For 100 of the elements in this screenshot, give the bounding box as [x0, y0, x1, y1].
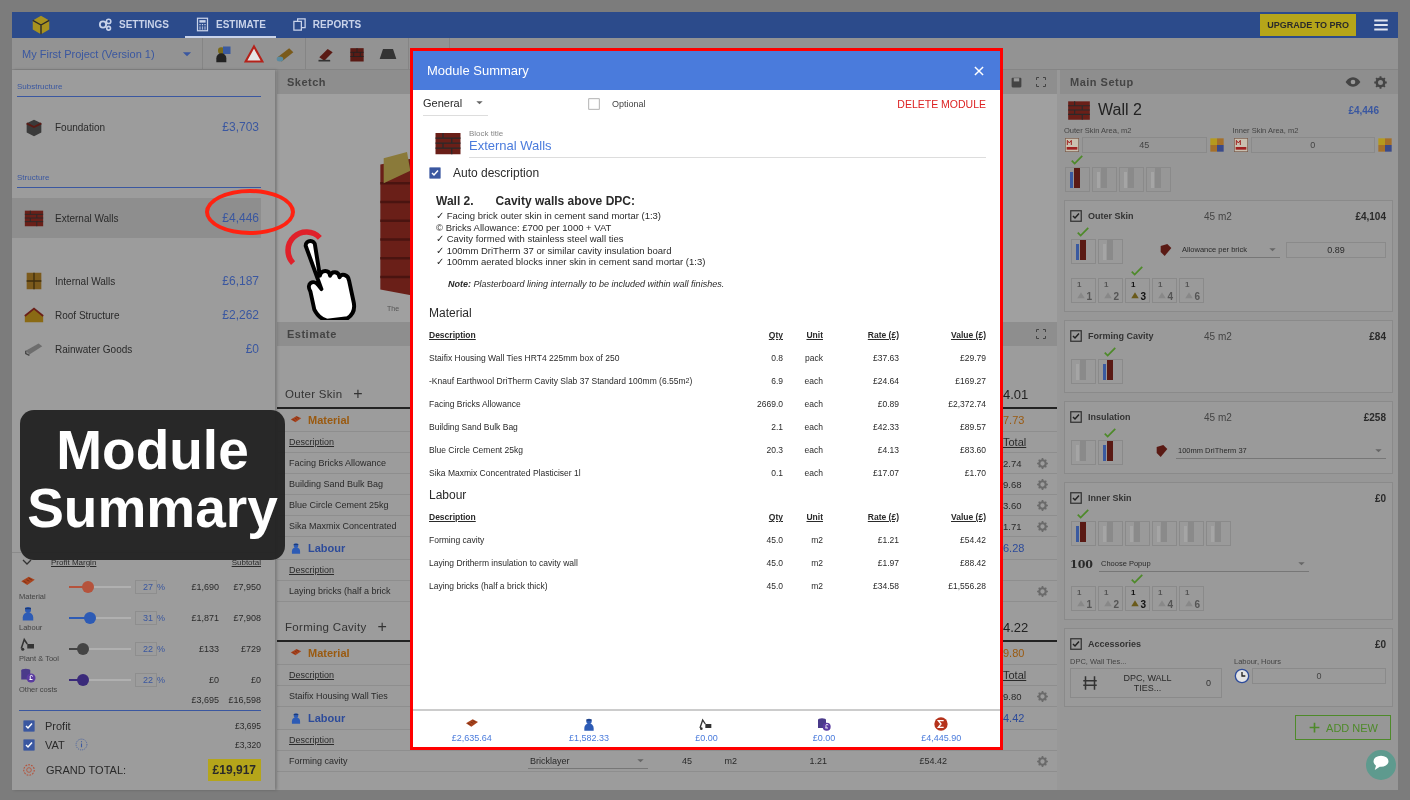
- fullscreen-icon[interactable]: [1035, 76, 1047, 88]
- table-cell-text: 6.9: [770, 375, 783, 388]
- checkbox[interactable]: [23, 738, 35, 751]
- table-cell-text: £4.13: [876, 444, 899, 457]
- accessories-button[interactable]: DPC, WALL TIES... 0: [1070, 668, 1222, 698]
- wall-section-icon: [1103, 522, 1113, 542]
- option-tile[interactable]: [1098, 521, 1123, 546]
- sidebar-item[interactable]: Internal Walls £6,187: [17, 264, 261, 298]
- trade-select[interactable]: Bricklayer: [528, 753, 648, 769]
- checkbox[interactable]: [429, 167, 441, 179]
- total-value: £1,582.33: [569, 732, 610, 743]
- percent-field[interactable]: 27: [135, 579, 157, 594]
- ratio-tile[interactable]: 1 2: [1098, 278, 1123, 303]
- calculator-icon[interactable]: [1377, 137, 1393, 153]
- subtotal: £7,950: [232, 581, 261, 592]
- nav-tab[interactable]: REPORTS: [281, 12, 372, 38]
- wall-section-icon: [1130, 522, 1140, 542]
- ratio-tile[interactable]: 1 1: [1071, 278, 1096, 303]
- checkbox[interactable]: [1070, 638, 1082, 650]
- option-tile[interactable]: [1098, 239, 1123, 264]
- checkbox[interactable]: [23, 719, 35, 732]
- option-tile[interactable]: [1071, 440, 1096, 465]
- calculator-icon[interactable]: [1208, 137, 1225, 153]
- checkbox[interactable]: [1070, 330, 1082, 342]
- slider-thumb[interactable]: [81, 580, 94, 593]
- input-field[interactable]: 45: [1082, 137, 1207, 153]
- settings-icon[interactable]: [1373, 74, 1388, 90]
- gear-icon[interactable]: [1036, 498, 1049, 512]
- option-tile[interactable]: [1179, 521, 1204, 546]
- ratio-tile[interactable]: 1 2: [1098, 586, 1123, 611]
- wall-section-icon: [1124, 168, 1134, 188]
- logo-icon[interactable]: [30, 14, 52, 36]
- percent-field[interactable]: 22: [135, 672, 157, 687]
- percent-field[interactable]: 31: [135, 610, 157, 625]
- chat-icon[interactable]: [1366, 750, 1396, 780]
- input-field[interactable]: 0: [1250, 137, 1375, 153]
- gear-icon[interactable]: [1036, 754, 1049, 768]
- percent-sign: %: [157, 674, 165, 685]
- ratio-tile[interactable]: 1 4: [1152, 586, 1177, 611]
- ratio-tile[interactable]: 1 6: [1179, 586, 1204, 611]
- upgrade-button[interactable]: UPGRADE TO PRO: [1260, 14, 1356, 36]
- ratio-tile[interactable]: 1 4: [1152, 278, 1177, 303]
- warning-sign-icon[interactable]: [244, 43, 264, 64]
- calculator-icon: [195, 16, 210, 32]
- gear-icon[interactable]: [1036, 689, 1049, 703]
- dialog-title: Module Summary: [427, 63, 529, 78]
- table-cell: Sika Maxmix Concentrated: [289, 521, 397, 531]
- wall-section-icon: [1076, 240, 1086, 260]
- info-icon[interactable]: [74, 738, 88, 751]
- input-field[interactable]: 0.89: [1286, 241, 1386, 258]
- pile-icon: [1130, 290, 1140, 299]
- checkbox[interactable]: [1070, 411, 1082, 423]
- save-icon[interactable]: [1010, 75, 1023, 89]
- sidebar-item[interactable]: Foundation £3,703: [17, 107, 261, 147]
- add-button[interactable]: +: [377, 618, 387, 636]
- wall-section-icon: [1070, 168, 1080, 188]
- add-button[interactable]: +: [353, 385, 363, 403]
- delete-module-button[interactable]: DELETE MODULE: [897, 98, 986, 110]
- gear-icon[interactable]: [1036, 584, 1049, 598]
- checkbox[interactable]: [588, 98, 600, 110]
- ratio-tile[interactable]: 1 6: [1179, 278, 1204, 303]
- table-cell-text: 45.0: [765, 580, 783, 593]
- amount: £0: [208, 674, 219, 685]
- eye-icon[interactable]: [1345, 74, 1361, 90]
- fullscreen-icon[interactable]: [1035, 328, 1047, 340]
- extra-value: £3,320: [235, 739, 261, 750]
- card-area: 45 m2: [1204, 330, 1364, 342]
- slider-thumb[interactable]: [76, 642, 89, 655]
- table-cell-text: Laying bricks (half a brick thick): [429, 580, 549, 593]
- percent-field[interactable]: 22: [135, 641, 157, 656]
- nav-tab[interactable]: SETTINGS: [88, 12, 179, 38]
- option-tile[interactable]: [1125, 521, 1150, 546]
- checkbox[interactable]: [1070, 492, 1082, 504]
- category-select[interactable]: General: [423, 92, 488, 116]
- gear-icon[interactable]: [1036, 456, 1049, 470]
- option-tile[interactable]: [1152, 521, 1177, 546]
- sidebar-item[interactable]: Roof Structure £2,262: [17, 298, 261, 332]
- card-value: £84: [1369, 330, 1386, 342]
- table-cell-text: Blue Circle Cement 25kg: [429, 444, 524, 457]
- input-field[interactable]: 0: [1252, 668, 1386, 684]
- ratio-tile[interactable]: 1 1: [1071, 586, 1096, 611]
- option-tile[interactable]: [1071, 359, 1096, 384]
- card-area: 45 m2: [1204, 411, 1358, 423]
- sidebar-item[interactable]: External Walls £4,446: [12, 198, 261, 238]
- item-value: £6,187: [222, 274, 260, 288]
- slider-thumb[interactable]: [76, 673, 89, 686]
- extra-label: VAT: [45, 738, 65, 751]
- checkbox-label: Auto description: [453, 166, 540, 180]
- sidebar-item[interactable]: Rainwater Goods £0: [17, 332, 261, 366]
- block-title-field[interactable]: Block title External Walls: [469, 128, 986, 158]
- table-cell-text: £29.79: [959, 352, 986, 365]
- gear-icon[interactable]: [1036, 477, 1049, 491]
- gear-icon[interactable]: [1036, 519, 1049, 533]
- close-icon[interactable]: [972, 63, 986, 78]
- checkbox[interactable]: [1070, 210, 1082, 222]
- subtotal: £729: [239, 643, 261, 654]
- column-header: Total: [1003, 436, 1027, 448]
- option-tile[interactable]: [1206, 521, 1231, 546]
- wall-section-icon: [1157, 522, 1167, 542]
- slider-thumb[interactable]: [84, 611, 97, 624]
